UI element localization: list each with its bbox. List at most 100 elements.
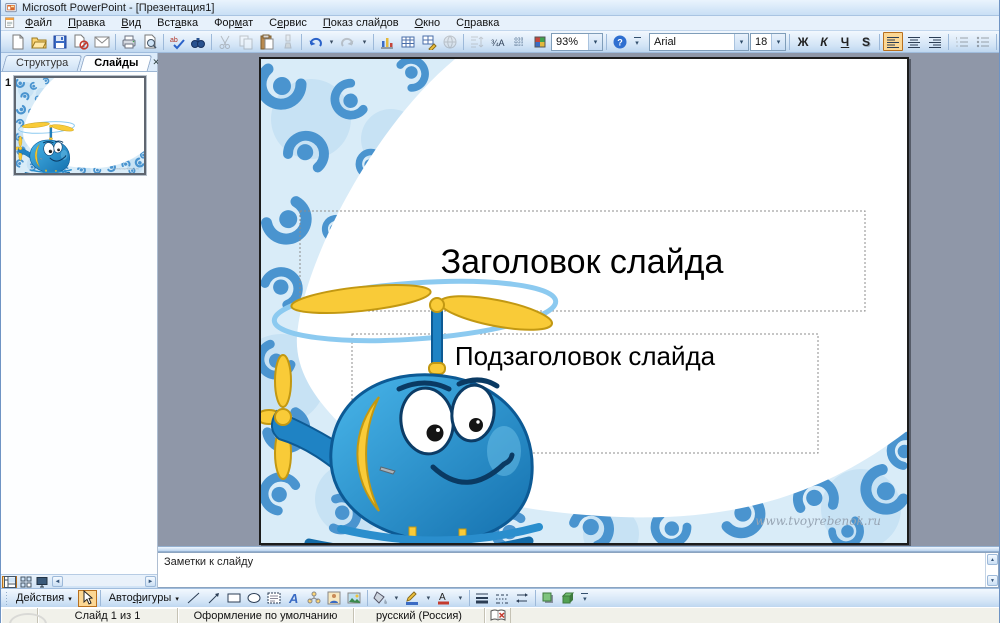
menu-edit[interactable]: Правка <box>61 16 112 30</box>
zoom-dropdown-arrow[interactable] <box>588 34 602 50</box>
status-design-name[interactable]: Оформление по умолчанию <box>178 608 354 623</box>
slide-title-text[interactable]: Заголовок слайда <box>441 243 724 281</box>
help-button[interactable]: ? <box>610 32 630 51</box>
text-box-button[interactable] <box>265 590 284 607</box>
permission-button[interactable] <box>71 32 91 51</box>
slide-subtitle-text[interactable]: Подзаголовок слайда <box>455 341 716 371</box>
notes-placeholder[interactable]: Заметки к слайду <box>158 553 985 587</box>
line-color-dropdown[interactable] <box>423 589 434 608</box>
align-center-button[interactable] <box>904 32 924 51</box>
app-icon <box>5 2 17 14</box>
menu-slideshow[interactable]: Показ слайдов <box>316 16 406 30</box>
draw-actions-button[interactable]: Действия <box>11 590 77 607</box>
horizontal-scrollbar[interactable]: ◄ ► <box>52 576 156 588</box>
text-shadow-button[interactable]: S <box>856 32 876 51</box>
email-button[interactable] <box>92 32 112 51</box>
menu-help[interactable]: Справка <box>449 16 506 30</box>
menu-insert[interactable]: Вставка <box>150 16 205 30</box>
expand-all-button[interactable] <box>467 32 487 51</box>
research-button[interactable] <box>188 32 208 51</box>
align-left-button[interactable] <box>883 32 903 51</box>
oval-tool-button[interactable] <box>245 590 264 607</box>
underline-button[interactable]: Ч <box>835 32 855 51</box>
cut-button[interactable] <box>215 32 235 51</box>
scroll-left-arrow[interactable]: ◄ <box>52 576 63 587</box>
align-right-button[interactable] <box>925 32 945 51</box>
menu-tools[interactable]: Сервис <box>262 16 314 30</box>
undo-dropdown[interactable] <box>326 32 337 51</box>
3d-style-icon <box>560 590 576 606</box>
print-button[interactable] <box>119 32 139 51</box>
new-button[interactable] <box>8 32 28 51</box>
status-language[interactable]: русский (Россия) <box>354 608 485 623</box>
show-formatting-button[interactable]: ¾A <box>488 32 508 51</box>
scroll-track[interactable] <box>63 577 145 586</box>
copy-button[interactable] <box>236 32 256 51</box>
wordart-button[interactable]: A <box>285 590 304 607</box>
save-button[interactable] <box>50 32 70 51</box>
slide-canvas[interactable]: Заголовок слайда Подзаголовок слайда <box>259 57 909 545</box>
shadow-style-button[interactable] <box>539 590 558 607</box>
select-objects-button[interactable] <box>78 590 97 607</box>
rectangle-tool-button[interactable] <box>225 590 244 607</box>
fill-color-button[interactable] <box>371 590 390 607</box>
italic-button[interactable]: К <box>814 32 834 51</box>
line-color-button[interactable] <box>403 590 422 607</box>
font-name-combobox[interactable]: Arial <box>649 33 749 51</box>
dash-style-button[interactable] <box>493 590 512 607</box>
scroll-right-arrow[interactable]: ► <box>145 576 156 587</box>
draw-font-color-dropdown[interactable] <box>455 589 466 608</box>
font-size-dropdown-arrow[interactable] <box>771 34 785 50</box>
insert-table-button[interactable] <box>398 32 418 51</box>
redo-dropdown[interactable] <box>359 32 370 51</box>
numbered-list-button[interactable] <box>952 32 972 51</box>
menu-file[interactable]: Файл <box>18 16 59 30</box>
slide-sorter-view-button[interactable] <box>18 576 33 588</box>
fill-color-dropdown[interactable] <box>391 589 402 608</box>
normal-view-button[interactable] <box>2 576 17 588</box>
line-style-button[interactable] <box>473 590 492 607</box>
status-spellcheck[interactable] <box>485 608 511 623</box>
color-grayscale-button[interactable] <box>530 32 550 51</box>
drawing-toolbar-grip[interactable] <box>5 591 8 605</box>
menu-window[interactable]: Окно <box>408 16 448 30</box>
tab-outline[interactable]: Структура <box>4 55 80 71</box>
insert-picture-button[interactable] <box>345 590 364 607</box>
tab-slides[interactable]: Слайды <box>82 55 150 71</box>
notes-scroll-down[interactable]: ▼ <box>987 575 998 586</box>
toolbar-options-button[interactable] <box>631 32 643 51</box>
notes-scrollbar[interactable]: ▲ ▼ <box>985 553 998 587</box>
hyperlink-button[interactable] <box>440 32 460 51</box>
paste-button[interactable] <box>257 32 277 51</box>
tables-borders-button[interactable] <box>419 32 439 51</box>
bullet-list-button[interactable] <box>973 32 993 51</box>
spelling-button[interactable]: ab <box>167 32 187 51</box>
autoshapes-button[interactable]: Автофигуры <box>104 590 184 607</box>
3d-style-button[interactable] <box>559 590 578 607</box>
font-size-combobox[interactable]: 18 <box>750 33 786 51</box>
font-name-dropdown-arrow[interactable] <box>734 34 748 50</box>
notes-scroll-up[interactable]: ▲ <box>987 554 998 565</box>
draw-font-color-button[interactable]: А <box>435 590 454 607</box>
drawbar-options-button[interactable] <box>579 589 591 608</box>
insert-chart-button[interactable] <box>377 32 397 51</box>
notes-pane: Заметки к слайду ▲ ▼ <box>158 552 999 588</box>
undo-button[interactable] <box>305 32 325 51</box>
menu-view[interactable]: Вид <box>114 16 148 30</box>
diagram-icon <box>306 590 322 606</box>
bold-button[interactable]: Ж <box>793 32 813 51</box>
arrow-tool-button[interactable] <box>205 590 224 607</box>
insert-clip-art-button[interactable] <box>325 590 344 607</box>
format-painter-button[interactable] <box>278 32 298 51</box>
slideshow-view-button[interactable] <box>34 576 49 588</box>
print-preview-button[interactable] <box>140 32 160 51</box>
redo-button[interactable] <box>338 32 358 51</box>
line-tool-button[interactable] <box>185 590 204 607</box>
insert-diagram-button[interactable] <box>305 590 324 607</box>
grid-button[interactable] <box>509 32 529 51</box>
slide-thumbnail[interactable] <box>14 76 146 175</box>
zoom-combobox[interactable]: 93% <box>551 33 603 51</box>
arrow-style-button[interactable] <box>513 590 532 607</box>
menu-format[interactable]: Формат <box>207 16 260 30</box>
open-button[interactable] <box>29 32 49 51</box>
